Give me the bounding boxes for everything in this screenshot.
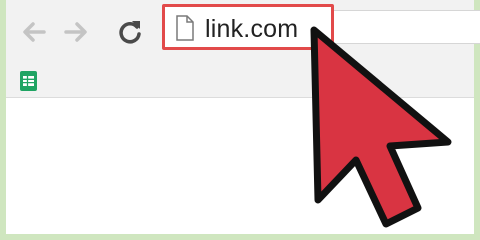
forward-arrow-icon[interactable] — [60, 16, 92, 48]
page-icon — [176, 15, 194, 41]
google-sheets-icon[interactable] — [20, 71, 37, 91]
reload-icon[interactable] — [114, 16, 146, 48]
url-text[interactable]: link.com — [205, 15, 298, 44]
back-arrow-icon[interactable] — [18, 16, 50, 48]
red-cursor-arrow-icon — [310, 26, 452, 228]
